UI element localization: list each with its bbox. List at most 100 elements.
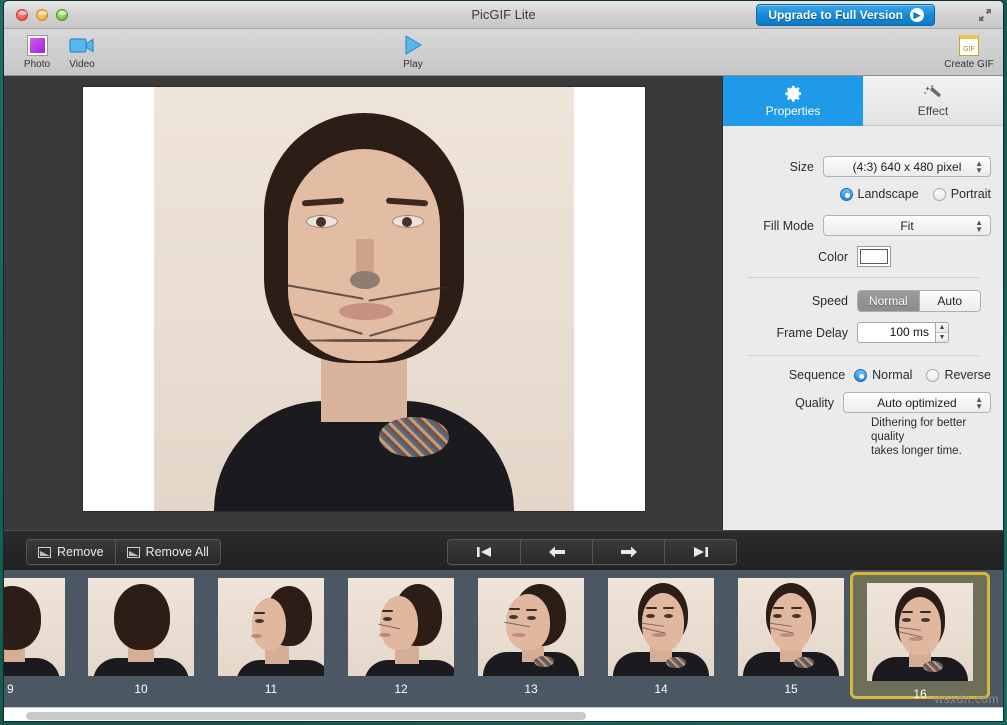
radio-dot-icon — [933, 188, 946, 201]
filmstrip-item[interactable]: 12 — [348, 578, 454, 696]
filmstrip-item[interactable]: 15 — [738, 578, 844, 696]
image-icon — [127, 547, 140, 558]
gif-icon-glyph: GIF — [959, 35, 979, 56]
previous-frame-button[interactable] — [520, 540, 592, 564]
upgrade-to-full-version-button[interactable]: Upgrade to Full Version ▶ — [756, 4, 935, 26]
filmstrip-item[interactable]: 13 — [478, 578, 584, 696]
preview-pane — [4, 76, 724, 530]
chevron-updown-icon: ▲▼ — [975, 219, 983, 233]
thumbnail-image — [738, 578, 844, 676]
play-button[interactable]: Play — [386, 32, 440, 70]
gear-icon — [784, 83, 803, 103]
application-window: PicGIF Lite Upgrade to Full Version ▶ Ph… — [3, 0, 1004, 722]
chevron-updown-icon: ▲▼ — [975, 160, 983, 174]
desktop-background: PicGIF Lite Upgrade to Full Version ▶ Ph… — [0, 0, 1007, 725]
size-label: Size — [723, 160, 823, 174]
size-select[interactable]: (4:3) 640 x 480 pixel ▲▼ — [823, 156, 991, 177]
speed-auto-segment[interactable]: Auto — [919, 291, 981, 311]
sequence-normal-radio[interactable]: Normal — [854, 368, 912, 382]
speed-normal-segment[interactable]: Normal — [858, 291, 919, 311]
remove-all-button[interactable]: Remove All — [115, 540, 220, 564]
remove-button[interactable]: Remove — [27, 540, 115, 564]
stepper-up-icon[interactable]: ▲ — [936, 323, 948, 332]
magic-wand-icon — [923, 83, 943, 103]
frame-delay-row: Frame Delay 100 ms ▲ ▼ — [723, 322, 991, 343]
video-camera-icon — [55, 32, 109, 58]
scrollbar-track[interactable] — [26, 712, 997, 720]
quality-row: Quality Auto optimized ▲▼ — [723, 392, 991, 413]
first-frame-button[interactable] — [448, 540, 520, 564]
gif-icon: GIF — [938, 32, 1000, 58]
frame-delay-stepper[interactable]: ▲ ▼ — [935, 322, 949, 343]
orientation-landscape-radio[interactable]: Landscape — [840, 187, 919, 201]
sequence-normal-label: Normal — [872, 368, 912, 382]
color-swatch[interactable] — [857, 246, 891, 267]
filmstrip[interactable]: 9 10 — [4, 570, 1003, 707]
image-icon — [38, 547, 51, 558]
arrow-left-icon — [547, 545, 567, 559]
skip-to-end-icon — [691, 545, 711, 559]
tab-properties[interactable]: Properties — [723, 76, 863, 126]
scrollbar-thumb[interactable] — [26, 712, 586, 720]
stepper-down-icon[interactable]: ▼ — [936, 332, 948, 342]
orientation-landscape-label: Landscape — [858, 187, 919, 201]
thumbnail-image — [867, 583, 973, 681]
properties-body: Size (4:3) 640 x 480 pixel ▲▼ — [723, 126, 1003, 458]
speed-row: Speed Normal Auto — [723, 290, 991, 312]
arrow-right-icon — [619, 545, 639, 559]
divider — [747, 277, 979, 278]
color-label: Color — [723, 250, 857, 264]
filmstrip-item[interactable]: 9 — [4, 578, 65, 696]
tab-effect-label: Effect — [918, 104, 948, 118]
video-button-label: Video — [55, 59, 109, 70]
upgrade-label: Upgrade to Full Version — [768, 8, 903, 22]
next-frame-button[interactable] — [592, 540, 664, 564]
fill-mode-select[interactable]: Fit ▲▼ — [823, 215, 991, 236]
orientation-portrait-radio[interactable]: Portrait — [933, 187, 991, 201]
navigation-button-group — [447, 539, 737, 565]
thumbnail-image — [218, 578, 324, 676]
radio-dot-icon — [854, 369, 867, 382]
create-gif-button-label: Create GIF — [938, 59, 1000, 70]
tab-properties-label: Properties — [766, 104, 821, 118]
frame-delay-label: Frame Delay — [723, 326, 857, 340]
skip-to-start-icon — [474, 545, 494, 559]
filmstrip-scrollbar[interactable]: wsxdn.com — [4, 707, 1003, 722]
preview-image — [154, 87, 574, 511]
add-video-button[interactable]: Video — [55, 32, 109, 70]
sequence-reverse-radio[interactable]: Reverse — [926, 368, 991, 382]
quality-hint-line-1: Dithering for better quality — [723, 416, 991, 444]
quality-label: Quality — [723, 396, 843, 410]
radio-dot-icon — [840, 188, 853, 201]
sequence-reverse-label: Reverse — [944, 368, 991, 382]
thumbnail-caption: 10 — [88, 682, 194, 696]
thumbnail-caption: 15 — [738, 682, 844, 696]
divider — [747, 355, 979, 356]
filmstrip-item[interactable]: 11 — [218, 578, 324, 696]
thumbnail-caption: 13 — [478, 682, 584, 696]
thumbnail-image — [478, 578, 584, 676]
fullscreen-icon[interactable] — [977, 7, 993, 23]
speed-segmented-control[interactable]: Normal Auto — [857, 290, 981, 312]
filmstrip-item-selected[interactable]: 16 — [850, 572, 990, 699]
quality-select[interactable]: Auto optimized ▲▼ — [843, 392, 991, 413]
size-value: (4:3) 640 x 480 pixel — [853, 160, 962, 174]
chevron-updown-icon: ▲▼ — [975, 396, 983, 410]
quality-hint-line-2: takes longer time. — [723, 444, 991, 458]
frame-delay-input[interactable]: 100 ms — [857, 322, 935, 343]
filmstrip-item[interactable]: 14 — [608, 578, 714, 696]
color-row: Color — [723, 246, 991, 267]
tab-effect[interactable]: Effect — [863, 76, 1003, 126]
create-gif-button[interactable]: GIF Create GIF — [938, 32, 1000, 70]
last-frame-button[interactable] — [664, 540, 736, 564]
size-row: Size (4:3) 640 x 480 pixel ▲▼ — [723, 156, 991, 177]
filmstrip-item[interactable]: 10 — [88, 578, 194, 696]
thumbnail-caption: 11 — [218, 682, 324, 696]
play-icon — [386, 32, 440, 58]
thumbnail-caption: 9 — [4, 682, 65, 696]
remove-button-group: Remove Remove All — [26, 539, 221, 565]
orientation-row: Landscape Portrait — [723, 187, 991, 201]
radio-dot-icon — [926, 369, 939, 382]
thumbnail-image — [4, 578, 65, 676]
preview-canvas[interactable] — [83, 87, 645, 511]
